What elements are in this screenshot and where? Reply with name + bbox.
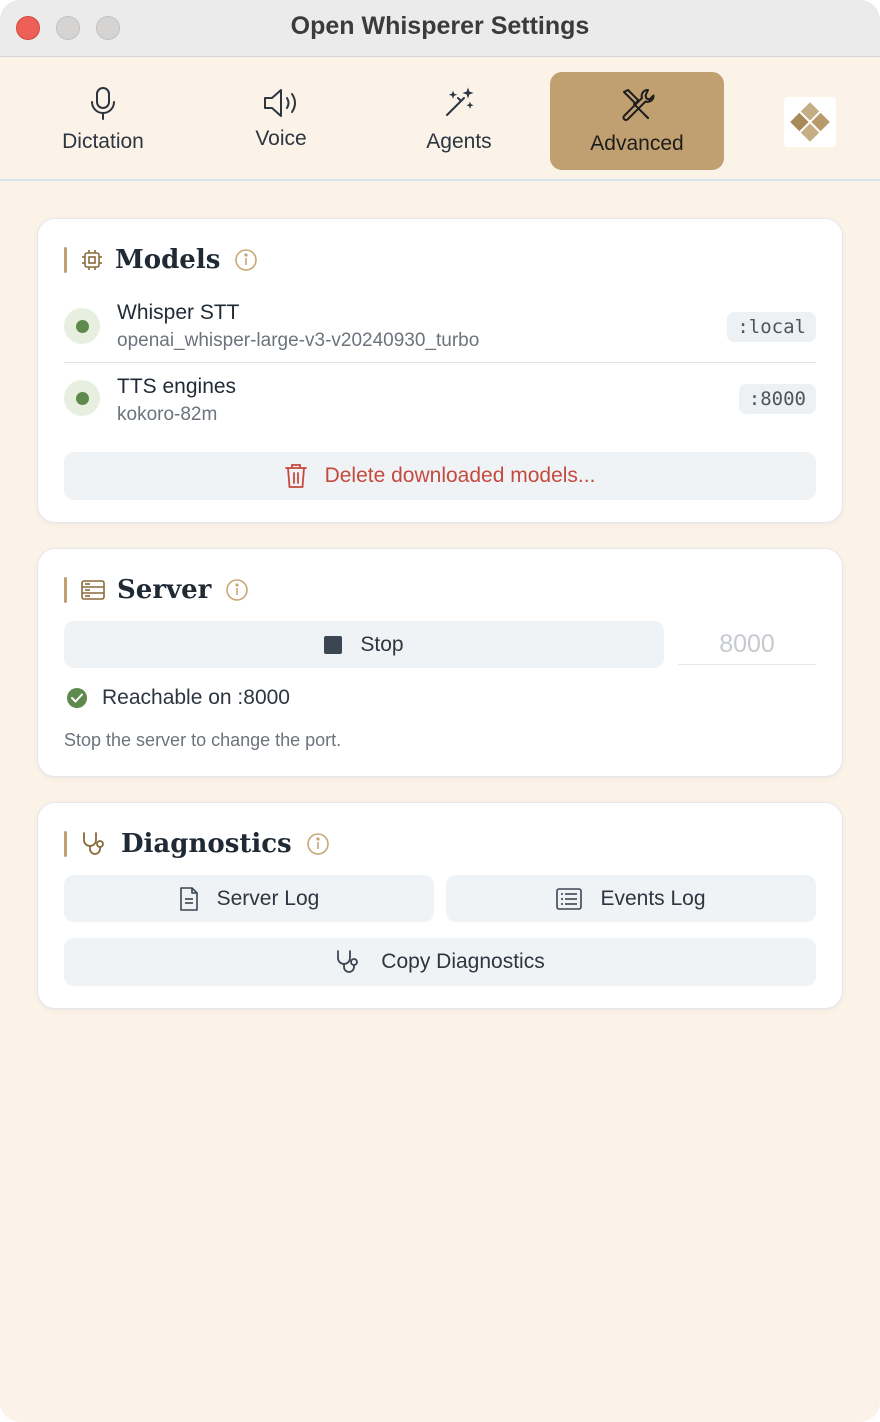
server-status: Reachable on :8000 [66, 686, 290, 710]
button-label: Events Log [600, 886, 706, 910]
window-title: Open Whisperer Settings [290, 12, 590, 40]
model-name: Whisper STT [117, 301, 240, 324]
server-header: Server [64, 575, 249, 605]
tab-label: Dictation [62, 130, 144, 153]
info-icon[interactable] [225, 578, 249, 602]
settings-window: Open Whisperer Settings Dictation Voice … [0, 0, 880, 1422]
status-indicator [64, 308, 100, 344]
info-icon[interactable] [306, 832, 330, 856]
tab-label: Advanced [590, 132, 684, 155]
app-logo [784, 97, 836, 147]
server-title: Server [117, 575, 212, 605]
model-name: TTS engines [117, 375, 237, 398]
copy-diagnostics-button[interactable]: Copy Diagnostics [64, 938, 816, 986]
accent-bar [64, 831, 67, 857]
tab-agents[interactable]: Agents [372, 72, 546, 170]
button-label: Stop [360, 632, 404, 656]
model-detail: kokoro-82m [117, 404, 218, 425]
model-detail: openai_whisper-large-v3-v20240930_turbo [117, 330, 480, 351]
trash-icon [284, 463, 307, 489]
diagnostics-card: Diagnostics Server Log Events Log Copy D… [37, 802, 843, 1009]
events-log-button[interactable]: Events Log [446, 875, 816, 922]
tab-label: Voice [255, 127, 307, 150]
stop-server-button[interactable]: Stop [64, 621, 664, 668]
server-icon [81, 579, 105, 601]
model-row-whisper: Whisper STT openai_whisper-large-v3-v202… [64, 291, 816, 363]
tab-label: Agents [426, 130, 492, 153]
tab-advanced[interactable]: Advanced [550, 72, 724, 170]
button-label: Delete downloaded models... [324, 464, 596, 487]
stop-icon [324, 635, 343, 654]
diagnostics-title: Diagnostics [121, 829, 292, 859]
status-indicator [64, 380, 100, 416]
document-icon [179, 886, 199, 911]
tab-voice[interactable]: Voice [194, 72, 368, 170]
tab-dictation[interactable]: Dictation [16, 72, 190, 170]
magic-wand-icon [372, 86, 546, 122]
port-badge: :local [727, 312, 816, 342]
microphone-icon [16, 86, 190, 122]
server-log-button[interactable]: Server Log [64, 875, 434, 922]
server-card: Server Stop 8000 Reachable on:8000 Stop… [37, 548, 843, 777]
speaker-icon [194, 86, 368, 122]
diagnostics-header: Diagnostics [64, 829, 330, 859]
stethoscope-icon [81, 831, 109, 857]
check-circle-icon [66, 687, 88, 709]
server-note: Stop the server to change the port. [64, 730, 342, 750]
status-text: Reachable on :8000 [102, 686, 290, 709]
tools-icon [550, 86, 724, 122]
port-badge: :8000 [738, 384, 816, 414]
model-row-tts: TTS engines kokoro-82m :8000 [64, 364, 816, 430]
models-header: Models [64, 245, 258, 275]
port-field[interactable]: 8000 [678, 623, 816, 665]
settings-toolbar: Dictation Voice Agents Advanced [0, 57, 880, 181]
list-icon [556, 887, 583, 910]
accent-bar [64, 247, 67, 273]
accent-bar [64, 577, 67, 603]
info-icon[interactable] [234, 248, 258, 272]
title-bar: Open Whisperer Settings [0, 0, 880, 57]
models-title: Models [115, 245, 221, 275]
delete-models-button[interactable]: Delete downloaded models... [64, 452, 816, 500]
button-label: Server Log [216, 886, 320, 910]
chip-icon [81, 249, 103, 271]
models-card: Models Whisper STT openai_whisper-large-… [37, 218, 843, 523]
stethoscope-icon [335, 949, 363, 975]
button-label: Copy Diagnostics [381, 950, 545, 973]
